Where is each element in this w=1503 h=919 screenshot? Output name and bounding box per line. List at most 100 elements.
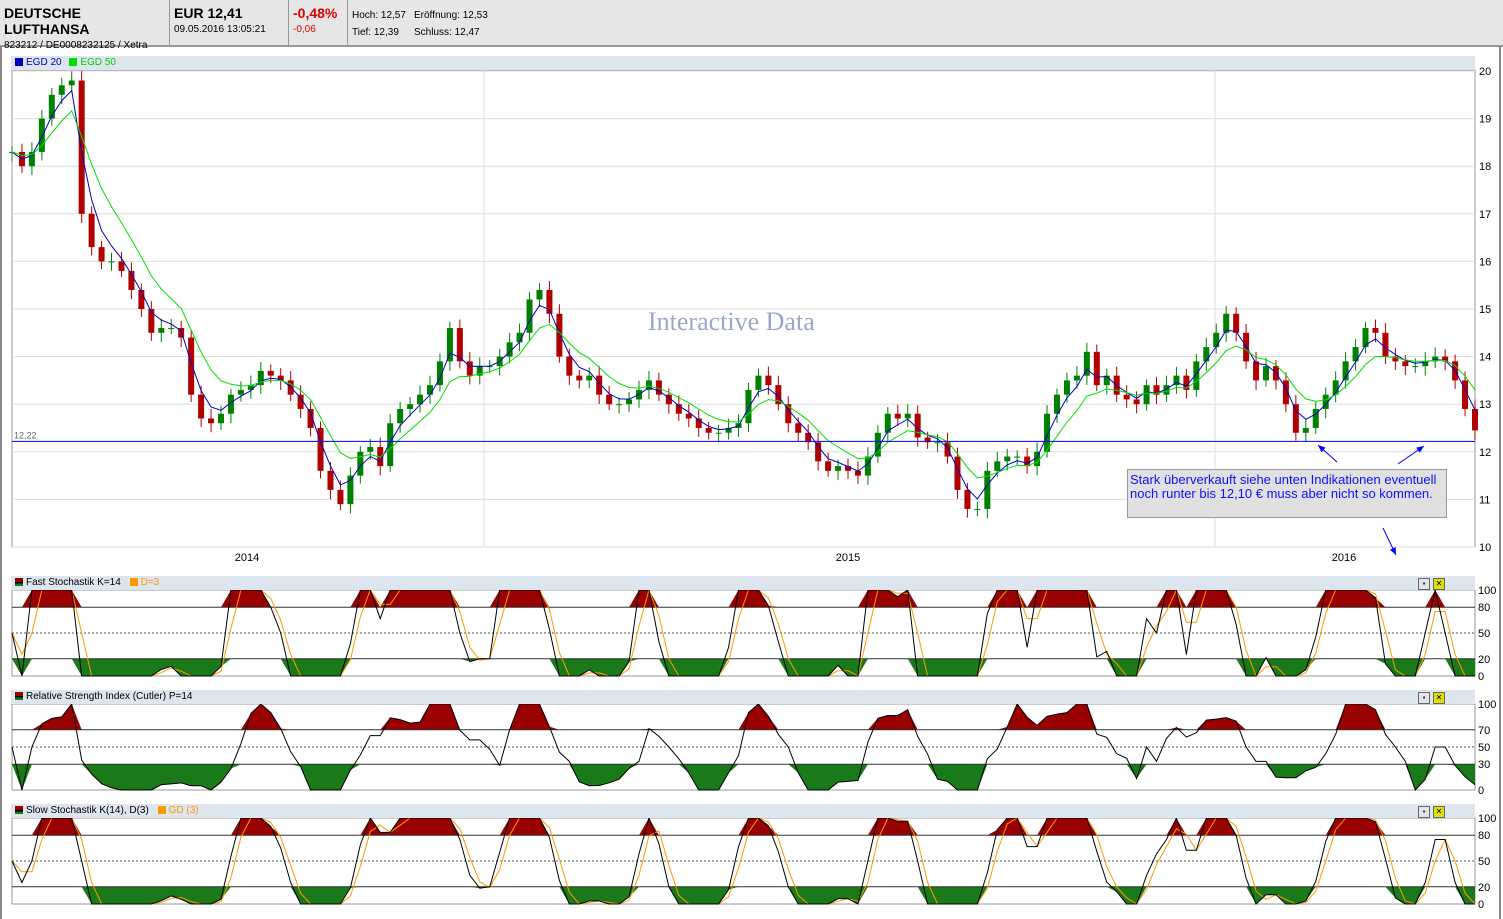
candle-body — [894, 413, 901, 419]
y-tick-label: 20 — [1479, 66, 1491, 78]
y-tick-label: 19 — [1479, 114, 1491, 126]
candle-body — [1233, 313, 1240, 333]
candle-body — [795, 423, 802, 433]
candle-body — [934, 442, 941, 444]
y-tick-label: 50 — [1478, 742, 1490, 754]
candle-body — [904, 413, 911, 419]
candle-body — [118, 261, 125, 271]
candle-body — [138, 289, 145, 309]
watermark: Interactive Data — [648, 307, 815, 336]
support-label: 12,22 — [14, 430, 37, 440]
candle-body — [1044, 413, 1051, 452]
candle-body — [1213, 332, 1220, 348]
y-tick-label: 0 — [1478, 785, 1484, 797]
slow-stoch-signal: GD (3) — [168, 805, 199, 816]
y-tick-label: 20 — [1478, 654, 1490, 666]
candle-body — [168, 328, 175, 330]
candle-body — [88, 213, 95, 248]
y-tick-label: 80 — [1478, 830, 1490, 842]
y-tick-label: 100 — [1478, 585, 1496, 597]
indicator-icon — [15, 806, 23, 814]
candle-body — [407, 404, 414, 409]
candle-body — [367, 447, 374, 452]
candle-body — [825, 461, 832, 471]
candle-body — [158, 328, 165, 333]
candle-body — [815, 442, 822, 462]
candle-body — [327, 470, 334, 490]
candle-body — [1133, 399, 1140, 405]
rsi-title: Relative Strength Index (Cutler) P=14 — [26, 691, 193, 702]
close-icon[interactable]: ✕ — [1433, 578, 1445, 590]
settings-icon[interactable]: ▪ — [1418, 578, 1430, 590]
candle-body — [466, 361, 473, 376]
candle-body — [1143, 385, 1150, 405]
candle-body — [864, 456, 871, 476]
signal-swatch — [157, 806, 166, 814]
legend-ema50: EGD 50 — [80, 57, 116, 68]
settings-icon[interactable]: ▪ — [1418, 806, 1430, 818]
slow-stoch-header: Slow Stochastik K(14), D(3) GD (3) ▪ ✕ — [11, 804, 1475, 818]
signal-swatch — [129, 578, 138, 586]
candle-body — [1412, 366, 1419, 368]
y-tick-label: 0 — [1478, 899, 1484, 911]
candle-body — [685, 413, 692, 419]
y-tick-label: 50 — [1478, 856, 1490, 868]
candle-body — [914, 413, 921, 438]
candle-body — [1292, 404, 1299, 433]
candle-body — [1073, 375, 1080, 381]
candle-body — [566, 356, 573, 376]
y-tick-label: 13 — [1479, 399, 1491, 411]
y-tick-label: 11 — [1479, 494, 1490, 506]
y-tick-label: 100 — [1478, 813, 1496, 825]
y-tick-label: 80 — [1478, 602, 1490, 614]
ema50-swatch — [69, 58, 78, 66]
legend-ema20: EGD 20 — [26, 57, 62, 68]
x-tick-label: 2015 — [836, 552, 860, 564]
y-tick-label: 20 — [1478, 882, 1490, 894]
candle-body — [1014, 456, 1021, 458]
candle-body — [108, 261, 115, 263]
candle-body — [745, 389, 752, 424]
candle-body — [1063, 380, 1070, 395]
y-tick-label: 0 — [1478, 671, 1484, 683]
candle-body — [616, 404, 623, 406]
candle-body — [835, 466, 842, 471]
candle-body — [337, 489, 344, 505]
close-icon[interactable]: ✕ — [1433, 806, 1445, 818]
fast-stoch-header: Fast Stochastik K=14 D=3 ▪ ✕ — [11, 576, 1475, 590]
candle-body — [1004, 456, 1011, 462]
y-tick-label: 16 — [1479, 256, 1491, 268]
candle-body — [1402, 361, 1409, 367]
candle-body — [446, 328, 453, 362]
candle-body — [208, 418, 215, 424]
candle-body — [1203, 347, 1210, 362]
fast-stoch-signal: D=3 — [140, 577, 160, 588]
candle-body — [964, 489, 971, 509]
ema20-swatch — [15, 58, 23, 66]
indicator-icon — [15, 578, 23, 586]
y-tick-label: 50 — [1478, 628, 1490, 640]
candle-body — [1382, 332, 1389, 357]
candle-body — [58, 85, 65, 95]
chart-canvas: 10 11 12 13 14 15 16 17 18 19 20 2014 2015 2016 12,22 0… — [9, 66, 1496, 911]
y-tick-label: 12 — [1479, 447, 1491, 459]
candle-body — [765, 375, 772, 386]
x-tick-label: 2014 — [235, 552, 259, 564]
y-tick-label: 10 — [1479, 542, 1491, 554]
candle-body — [715, 432, 722, 434]
candle-body — [1372, 328, 1379, 333]
candle-body — [78, 80, 85, 214]
candle-body — [626, 399, 633, 405]
candle-body — [1472, 408, 1478, 431]
candle-body — [1302, 428, 1309, 433]
candle-body — [1123, 394, 1130, 400]
candle-body — [218, 413, 224, 424]
y-tick-label: 100 — [1478, 699, 1496, 711]
rsi-plot-area — [11, 703, 1476, 791]
candle-body — [1263, 366, 1269, 381]
candle-body — [755, 375, 762, 390]
candle-body — [68, 80, 75, 86]
settings-icon[interactable]: ▪ — [1418, 692, 1430, 704]
indicator-icon — [15, 692, 23, 700]
close-icon[interactable]: ✕ — [1433, 692, 1445, 704]
